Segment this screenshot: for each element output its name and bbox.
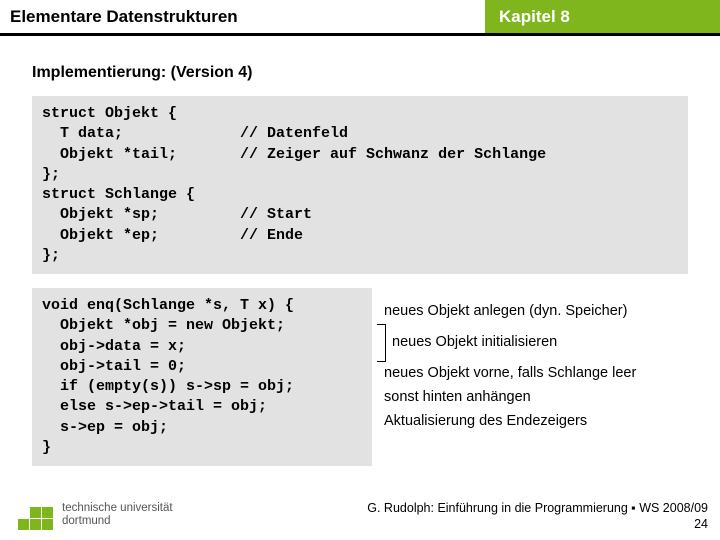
tu-logo-icon: [18, 498, 52, 532]
annotation-line: Aktualisierung des Endezeigers: [384, 410, 682, 434]
section-subtitle: Implementierung: (Version 4): [0, 36, 720, 82]
header-title-right: Kapitel 8: [485, 0, 720, 36]
annotation-line: neues Objekt initialisieren: [386, 331, 557, 355]
annotation-line: neues Objekt anlegen (dyn. Speicher): [384, 300, 682, 324]
university-name: technische universität dortmund: [62, 502, 173, 528]
code-with-annotations: void enq(Schlange *s, T x) { Objekt *obj…: [32, 288, 688, 466]
header-title-left: Elementare Datenstrukturen: [0, 0, 485, 36]
footer-credit: G. Rudolph: Einführung in die Programmie…: [367, 500, 708, 516]
annotation-line: neues Objekt vorne, falls Schlange leer: [384, 362, 682, 386]
page-number: 24: [367, 516, 708, 532]
uni-line2: dortmund: [62, 515, 173, 528]
code-block-structs: struct Objekt { T data; // Datenfeld Obj…: [32, 96, 688, 274]
annotation-line: sonst hinten anhängen: [384, 386, 682, 410]
brace-icon: [376, 324, 386, 362]
slide-header: Elementare Datenstrukturen Kapitel 8: [0, 0, 720, 36]
uni-line1: technische universität: [62, 502, 173, 515]
code-block-enq: void enq(Schlange *s, T x) { Objekt *obj…: [32, 288, 372, 466]
slide-footer: G. Rudolph: Einführung in die Programmie…: [367, 500, 708, 533]
code-annotations: neues Objekt anlegen (dyn. Speicher) neu…: [372, 288, 688, 466]
university-logo: technische universität dortmund: [18, 498, 173, 532]
